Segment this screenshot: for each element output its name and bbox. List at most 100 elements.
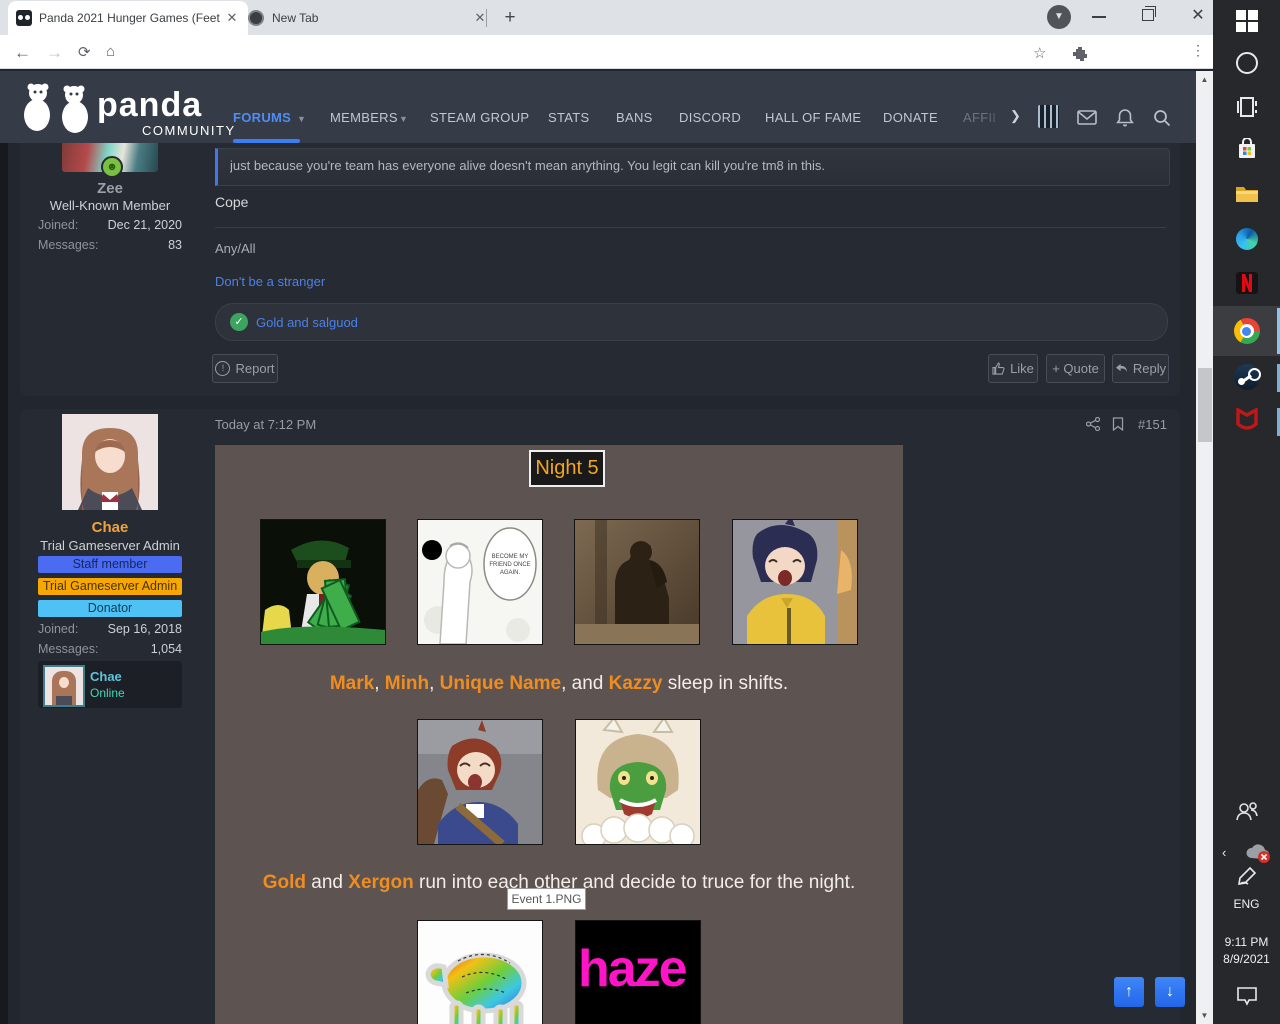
netflix-icon[interactable]	[1213, 272, 1280, 294]
clock-date[interactable]: 8/9/2021	[1213, 952, 1280, 966]
mini-card-name[interactable]: Chae	[90, 669, 122, 684]
tab-title: Panda 2021 Hunger Games (Feet	[39, 11, 224, 25]
browser-toolbar: ← → ⟳ ⌂ panda-community.com/threads/pand…	[0, 35, 1213, 69]
online-badge-icon: ☻	[101, 156, 123, 178]
reactions-users[interactable]: Gold and salguod	[256, 315, 358, 330]
extensions-icon[interactable]	[1072, 46, 1088, 62]
mcafee-icon[interactable]	[1213, 408, 1280, 432]
nav-bans[interactable]: BANS	[616, 110, 653, 125]
post1-author-title: Well-Known Member	[20, 198, 200, 213]
cortana-icon[interactable]	[1213, 52, 1280, 74]
badge-staff-member: Staff member	[38, 556, 182, 573]
chrome-icon[interactable]	[1213, 318, 1280, 344]
file-explorer-icon[interactable]	[1213, 184, 1280, 204]
scrollbar[interactable]: ▲ ▼	[1196, 71, 1213, 1024]
user-avatar[interactable]	[62, 414, 158, 510]
task-view-icon[interactable]	[1213, 96, 1280, 118]
bell-icon[interactable]	[1116, 108, 1134, 127]
scrollbar-down-icon[interactable]: ▼	[1196, 1011, 1213, 1020]
active-tab-underline	[233, 139, 300, 143]
onedrive-error-icon[interactable]	[1245, 842, 1271, 864]
back-icon[interactable]: ←	[14, 43, 31, 63]
start-button[interactable]	[1213, 10, 1280, 32]
joined-label: Joined:	[38, 218, 78, 232]
chevron-down-icon[interactable]: ▼	[297, 114, 306, 124]
nav-discord[interactable]: DISCORD	[679, 110, 741, 125]
mini-avatar	[43, 665, 85, 707]
post2-author-name[interactable]: Chae	[20, 519, 200, 536]
tab-new-tab[interactable]: New Tab ✕	[240, 1, 496, 35]
post-number[interactable]: #151	[1138, 417, 1167, 432]
nav-fade	[985, 107, 1007, 127]
reactions-bar[interactable]: ✓ Gold and salguod	[215, 303, 1168, 341]
logo-wordmark[interactable]: panda	[97, 86, 202, 125]
reply-icon	[1115, 363, 1128, 374]
close-button[interactable]: ✕	[1188, 6, 1208, 26]
forward-icon[interactable]: →	[46, 43, 63, 63]
tab-title: New Tab	[272, 11, 472, 25]
new-tab-button[interactable]: +	[498, 6, 522, 30]
tab-strip: Panda 2021 Hunger Games (Feet ✕ New Tab …	[0, 0, 1213, 35]
post-timestamp[interactable]: Today at 7:12 PM	[215, 417, 316, 432]
avatar-xergon	[575, 719, 701, 845]
signature-line1: Any/All	[215, 241, 255, 256]
mail-icon[interactable]	[1077, 110, 1097, 125]
quote-block[interactable]: just because you're team has everyone al…	[215, 148, 1170, 186]
scroll-top-button[interactable]: ↑	[1114, 977, 1144, 1007]
people-icon[interactable]	[1213, 800, 1280, 822]
language-indicator[interactable]: ENG	[1213, 897, 1280, 911]
chevron-down-icon[interactable]: ▼	[399, 114, 408, 124]
reload-icon[interactable]: ⟳	[78, 43, 91, 61]
signature-divider	[215, 227, 1166, 228]
night-label: Night 5	[529, 450, 605, 487]
report-button[interactable]: ! Report	[212, 354, 278, 383]
user-avatar-thumbnail[interactable]	[1038, 105, 1059, 128]
edge-icon[interactable]	[1213, 228, 1280, 250]
scrollbar-up-icon[interactable]: ▲	[1196, 75, 1213, 84]
maximize-button[interactable]	[1142, 9, 1154, 21]
windows-ink-icon[interactable]	[1213, 866, 1280, 886]
new-tab-favicon-icon	[248, 10, 264, 26]
check-icon: ✓	[230, 313, 248, 331]
post1-author-name[interactable]: Zee	[20, 180, 200, 197]
hidden-icons-chevron[interactable]: ‹	[1222, 845, 1226, 860]
bookmark-star-icon[interactable]: ☆	[1033, 44, 1046, 62]
manga-bubble-text: BECOME MY	[492, 554, 529, 560]
store-icon[interactable]	[1213, 138, 1280, 160]
nav-forums[interactable]: FORUMS	[233, 110, 291, 125]
haze-text: haze	[578, 939, 700, 999]
signature-link[interactable]: Don't be a stranger	[215, 274, 325, 289]
share-icon[interactable]	[1086, 417, 1100, 431]
messages-value: 83	[82, 238, 182, 252]
nav-donate[interactable]: DONATE	[883, 110, 938, 125]
like-button[interactable]: Like	[988, 354, 1038, 383]
quote-button[interactable]: + Quote	[1046, 354, 1105, 383]
tab-close-icon[interactable]: ✕	[224, 10, 240, 26]
user-mini-card[interactable]: Chae Online	[38, 661, 182, 708]
menu-dots-icon[interactable]: ⋮	[1191, 42, 1205, 59]
nav-steam-group[interactable]: STEAM GROUP	[430, 110, 529, 125]
minimize-button[interactable]	[1092, 16, 1106, 18]
nav-members[interactable]: MEMBERS	[330, 110, 398, 125]
avatar-mark	[260, 519, 386, 645]
nav-scroll-right-icon[interactable]: ❯	[1010, 108, 1021, 124]
bookmark-icon[interactable]	[1112, 417, 1124, 431]
reply-button[interactable]: Reply	[1112, 354, 1169, 383]
clock-time[interactable]: 9:11 PM	[1213, 935, 1280, 949]
tab-active[interactable]: Panda 2021 Hunger Games (Feet ✕	[8, 1, 248, 35]
home-icon[interactable]: ⌂	[106, 43, 115, 60]
panda-favicon-icon	[16, 10, 32, 26]
mini-card-status: Online	[90, 686, 125, 700]
hunger-games-image[interactable]: Night 5	[215, 445, 903, 1024]
action-center-icon[interactable]	[1213, 984, 1280, 1006]
post2-author-title: Trial Gameserver Admin	[20, 538, 200, 553]
search-icon[interactable]	[1153, 109, 1171, 127]
avatar-gold	[417, 719, 543, 845]
steam-icon[interactable]	[1213, 364, 1280, 390]
nav-stats[interactable]: STATS	[548, 110, 589, 125]
scroll-bottom-button[interactable]: ↓	[1155, 977, 1185, 1007]
avatar-cow	[417, 920, 543, 1024]
nav-hall-of-fame[interactable]: HALL OF FAME	[765, 110, 861, 125]
scrollbar-thumb[interactable]	[1198, 368, 1212, 442]
tab-search-icon[interactable]: ▼	[1047, 5, 1071, 29]
